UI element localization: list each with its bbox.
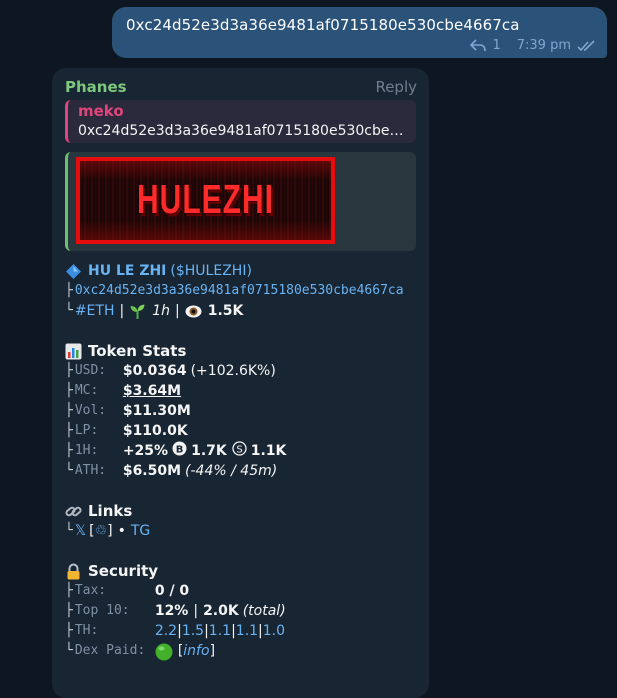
ath-detail: (-44% / 45m)	[185, 463, 278, 479]
stats-title: Token Stats	[88, 342, 187, 360]
th-label: TH:	[74, 623, 99, 638]
h1-label: 1H:	[74, 443, 99, 458]
th-value[interactable]: 1.1	[209, 621, 231, 641]
bar-chart-icon	[65, 343, 82, 360]
token-ticker[interactable]: $HULEZHI	[176, 261, 247, 281]
top10-total-word: (total)	[242, 603, 286, 619]
quote-author: meko	[78, 102, 124, 120]
reply-count[interactable]: 1	[492, 38, 500, 53]
token-address[interactable]: 0xc24d52e3d3a36e9481af0715180e530cbe4667…	[75, 281, 404, 301]
seedling-icon	[129, 303, 146, 320]
banner-text: HULEZHI	[137, 177, 274, 223]
usd-change: (+102.6K%)	[190, 363, 276, 379]
token-banner-image[interactable]: HULEZHI	[76, 157, 335, 244]
token-age: 1h	[152, 303, 170, 319]
lp-value: $110.0K	[122, 423, 188, 439]
tax-value: 0 / 0	[154, 583, 190, 599]
dex-paid-label: Dex Paid:	[74, 643, 146, 658]
reply-arrow-icon[interactable]	[470, 39, 487, 52]
quote-text: 0xc24d52e3d3a36e9481af0715180e530cbe4667…	[78, 123, 410, 139]
security-title: Security	[88, 562, 159, 580]
token-views: 1.5K	[207, 303, 244, 319]
mc-label: MC:	[74, 383, 99, 398]
sell-icon: S	[232, 440, 247, 462]
ath-label: ATH:	[74, 463, 107, 478]
chain-tag[interactable]: #ETH	[75, 301, 115, 321]
th-value[interactable]: 1.1	[236, 621, 258, 641]
tg-link[interactable]: TG	[131, 521, 150, 541]
incoming-message[interactable]: Phanes Reply meko 0xc24d52e3d3a36e9481af…	[52, 68, 429, 698]
x-link[interactable]: 𝕏	[75, 521, 86, 541]
green-circle-icon	[155, 643, 173, 660]
svg-text:S: S	[236, 444, 242, 455]
message-meta: 1 7:39 pm	[470, 38, 597, 53]
buy-icon: B	[172, 441, 187, 462]
message-body: HU LE ZHI ($HULEZHI) ├ 0xc24d52e3d3a36e9…	[65, 261, 404, 661]
outgoing-text: 0xc24d52e3d3a36e9481af0715180e530cbe4667…	[126, 16, 520, 34]
link-icon	[65, 503, 82, 520]
th-value[interactable]: 2.2	[155, 621, 177, 641]
dex-info-link[interactable]: info	[183, 641, 209, 661]
usd-value: $0.0364	[122, 363, 187, 379]
usd-label: USD:	[74, 363, 107, 378]
top10-total: 2.0K	[203, 603, 239, 619]
double-check-icon	[577, 39, 597, 52]
vol-label: Vol:	[74, 403, 107, 418]
tax-label: Tax:	[74, 583, 107, 598]
reply-quote[interactable]: meko 0xc24d52e3d3a36e9481af0715180e530cb…	[65, 100, 416, 143]
reply-button[interactable]: Reply	[375, 78, 417, 96]
sender-name[interactable]: Phanes	[65, 78, 127, 96]
h1-buys: 1.7K	[191, 443, 227, 459]
lock-icon	[65, 563, 82, 580]
ath-value: $6.50M	[122, 463, 182, 479]
x-search-icon[interactable]: ♲	[95, 521, 108, 541]
lp-label: LP:	[74, 423, 99, 438]
h1-change: +25%	[122, 443, 169, 459]
vol-value: $11.30M	[122, 403, 191, 419]
token-name[interactable]: HU LE ZHI	[88, 261, 166, 281]
blue-diamond-icon	[65, 263, 82, 280]
h1-sells: 1.1K	[250, 443, 287, 459]
links-title: Links	[88, 502, 133, 520]
th-value[interactable]: 1.0	[263, 621, 285, 641]
link-preview[interactable]: HULEZHI	[65, 152, 416, 251]
eye-icon	[185, 303, 202, 320]
mc-value[interactable]: $3.64M	[123, 381, 181, 401]
top10-pct: 12%	[154, 603, 189, 619]
message-time: 7:39 pm	[516, 38, 571, 53]
th-value[interactable]: 1.5	[182, 621, 204, 641]
svg-text:B: B	[176, 444, 184, 455]
top10-label: Top 10:	[74, 603, 130, 618]
outgoing-message[interactable]: 0xc24d52e3d3a36e9481af0715180e530cbe4667…	[112, 7, 607, 58]
